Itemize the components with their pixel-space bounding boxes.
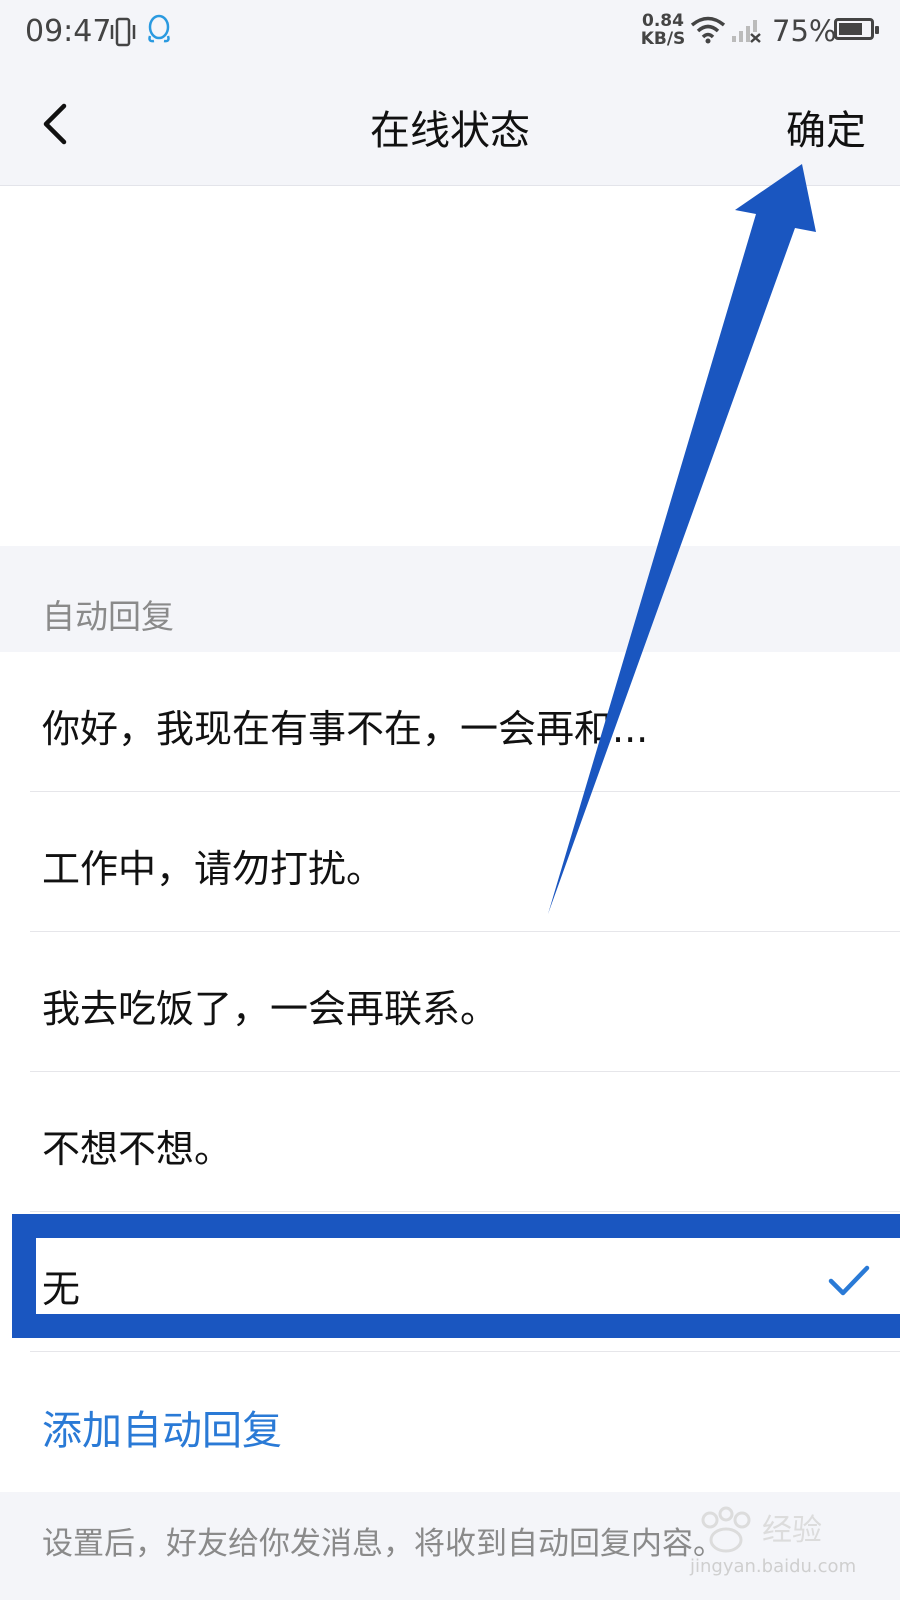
reply-text: 无: [42, 1267, 81, 1311]
page-title: 在线状态: [370, 108, 530, 154]
signal-icon: [732, 18, 762, 48]
watermark-url: jingyan.baidu.com: [690, 1556, 857, 1577]
footer-note: 设置后，好友给你发消息，将收到自动回复内容。: [42, 1526, 724, 1562]
section-label: 自动回复: [42, 597, 174, 636]
reply-text: 我去吃饭了，一会再联系。: [42, 987, 499, 1031]
blank-area: [0, 186, 900, 546]
confirm-button[interactable]: 确定: [786, 98, 866, 156]
reply-text: 你好，我现在有事不在，一会再和...: [42, 707, 649, 751]
reply-text: 工作中，请勿打扰。: [42, 847, 385, 891]
reply-option[interactable]: 工作中，请勿打扰。: [0, 792, 900, 932]
reply-option[interactable]: 我去吃饭了，一会再联系。: [0, 932, 900, 1072]
battery-percent: 75%: [772, 14, 837, 48]
section-header: 自动回复: [0, 546, 900, 652]
nav-bar: 在线状态 确定: [0, 64, 900, 186]
vibrate-icon: [108, 16, 138, 52]
checkmark-icon: [828, 1264, 870, 1302]
reply-option[interactable]: 不想不想。: [0, 1072, 900, 1212]
qq-icon: [146, 14, 172, 50]
add-auto-reply-label: 添加自动回复: [42, 1408, 282, 1454]
reply-option[interactable]: 你好，我现在有事不在，一会再和...: [0, 652, 900, 792]
add-auto-reply-button[interactable]: 添加自动回复: [0, 1352, 900, 1492]
network-speed: 0.84 KB/S: [640, 11, 686, 49]
status-bar: 09:47 0.84 KB/S 75%: [0, 0, 900, 64]
status-time: 09:47: [25, 14, 112, 49]
wifi-icon: [690, 16, 726, 48]
auto-reply-list: 你好，我现在有事不在，一会再和... 工作中，请勿打扰。 我去吃饭了，一会再联系…: [0, 652, 900, 1492]
svg-text:经验: 经验: [762, 1513, 822, 1548]
battery-icon: [834, 18, 879, 40]
reply-text: 不想不想。: [42, 1127, 233, 1171]
reply-option-selected[interactable]: 无: [0, 1212, 900, 1352]
baidu-watermark-logo: 经验: [690, 1500, 840, 1560]
